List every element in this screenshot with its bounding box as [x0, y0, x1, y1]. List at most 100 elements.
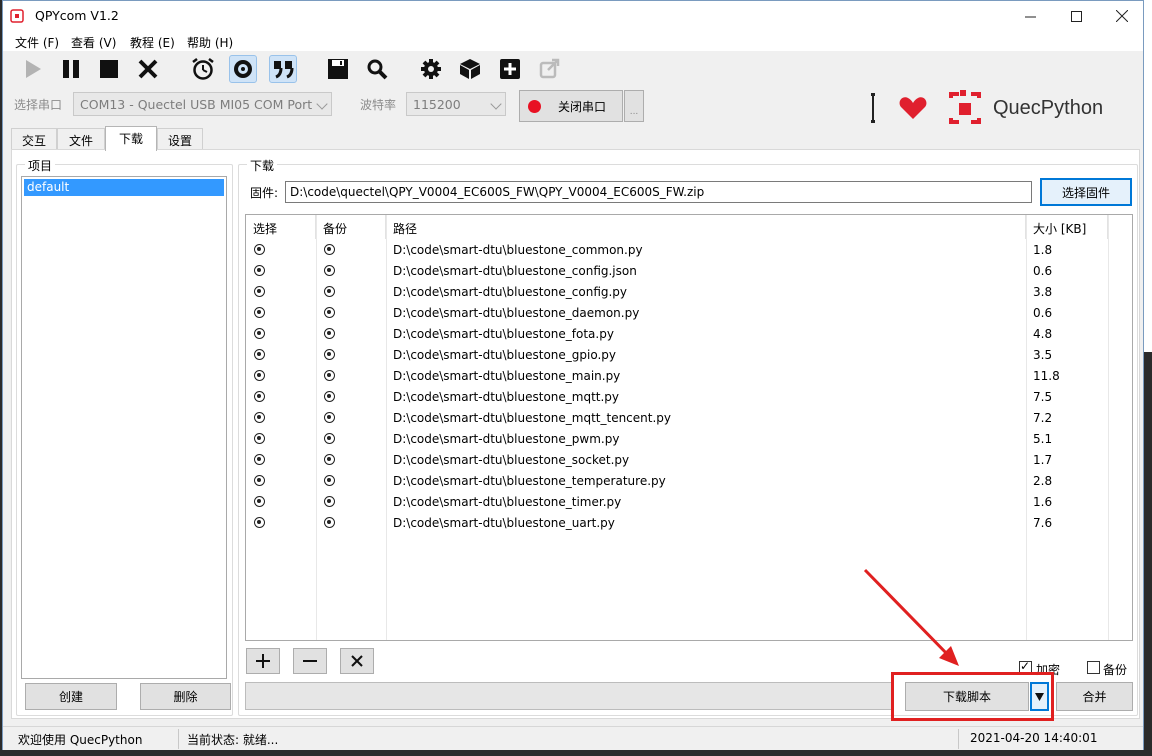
select-radio[interactable]: [254, 433, 265, 444]
table-row[interactable]: D:\code\smart-dtu\bluestone_fota.py 4.8: [246, 324, 1132, 345]
menu-file[interactable]: 文件 (F): [15, 34, 59, 51]
select-radio[interactable]: [254, 328, 265, 339]
column-header-select[interactable]: 选择: [246, 215, 316, 239]
select-radio[interactable]: [254, 307, 265, 318]
backup-radio[interactable]: [324, 454, 335, 465]
backup-radio[interactable]: [324, 328, 335, 339]
backup-radio[interactable]: [324, 517, 335, 528]
port-more-button[interactable]: ...: [624, 90, 644, 122]
backup-radio[interactable]: [324, 391, 335, 402]
select-radio[interactable]: [254, 286, 265, 297]
file-path: D:\code\smart-dtu\bluestone_pwm.py: [393, 432, 620, 446]
table-row[interactable]: D:\code\smart-dtu\bluestone_uart.py 7.6: [246, 513, 1132, 534]
menu-tutorial[interactable]: 教程 (E): [130, 34, 175, 51]
open-external-button[interactable]: [536, 55, 564, 83]
select-radio[interactable]: [254, 412, 265, 423]
merge-button[interactable]: 合并: [1056, 682, 1133, 711]
tab-download[interactable]: 下载: [105, 126, 157, 151]
column-header-path[interactable]: 路径: [386, 215, 1026, 239]
minimize-icon: [1024, 16, 1036, 17]
column-header-size[interactable]: 大小 [KB]: [1026, 215, 1108, 239]
select-radio[interactable]: [254, 496, 265, 507]
backup-radio[interactable]: [324, 349, 335, 360]
select-radio[interactable]: [254, 244, 265, 255]
file-path: D:\code\smart-dtu\bluestone_config.json: [393, 264, 637, 278]
table-row[interactable]: D:\code\smart-dtu\bluestone_main.py 11.8: [246, 366, 1132, 387]
column-header-backup[interactable]: 备份: [316, 215, 386, 239]
remove-file-button[interactable]: [293, 648, 327, 674]
select-radio[interactable]: [254, 349, 265, 360]
backup-radio[interactable]: [324, 307, 335, 318]
table-row[interactable]: D:\code\smart-dtu\bluestone_mqtt.py 7.5: [246, 387, 1132, 408]
create-project-button[interactable]: 创建: [25, 683, 117, 710]
table-row[interactable]: D:\code\smart-dtu\bluestone_gpio.py 3.5: [246, 345, 1132, 366]
backup-radio[interactable]: [324, 496, 335, 507]
minimize-button[interactable]: [1007, 1, 1053, 31]
backup-radio[interactable]: [324, 433, 335, 444]
app-window: QPYcom V1.2 文件 (F) 查看 (V) 教程 (E) 帮助 (H): [2, 0, 1144, 750]
backup-radio[interactable]: [324, 265, 335, 276]
tab-files[interactable]: 文件: [57, 128, 105, 150]
timer-button[interactable]: [189, 55, 217, 83]
choose-firmware-button[interactable]: 选择固件: [1040, 178, 1132, 206]
delete-project-button[interactable]: 删除: [140, 683, 231, 710]
package-button[interactable]: [456, 55, 484, 83]
select-radio[interactable]: [254, 475, 265, 486]
select-radio[interactable]: [254, 391, 265, 402]
stop-button[interactable]: [95, 55, 123, 83]
table-row[interactable]: D:\code\smart-dtu\bluestone_config.py 3.8: [246, 282, 1132, 303]
table-row[interactable]: D:\code\smart-dtu\bluestone_mqtt_tencent…: [246, 408, 1132, 429]
table-row[interactable]: D:\code\smart-dtu\bluestone_config.json 0…: [246, 261, 1132, 282]
table-row[interactable]: D:\code\smart-dtu\bluestone_daemon.py 0.6: [246, 303, 1132, 324]
list-item[interactable]: default: [24, 179, 224, 196]
menu-help[interactable]: 帮助 (H): [187, 34, 233, 51]
download-progress-bar: [245, 682, 893, 710]
file-path: D:\code\smart-dtu\bluestone_socket.py: [393, 453, 630, 467]
firmware-path-input[interactable]: D:\code\quectel\QPY_V0004_EC600S_FW\QPY_…: [285, 181, 1032, 203]
add-file-button[interactable]: [246, 648, 280, 674]
select-radio[interactable]: [254, 265, 265, 276]
cancel-button[interactable]: [134, 55, 162, 83]
select-radio[interactable]: [254, 454, 265, 465]
firmware-label: 固件:: [250, 186, 279, 200]
close-port-button[interactable]: 关闭串口: [519, 90, 623, 122]
menu-view[interactable]: 查看 (V): [71, 34, 116, 51]
save-button[interactable]: [324, 55, 352, 83]
table-row[interactable]: D:\code\smart-dtu\bluestone_pwm.py 5.1: [246, 429, 1132, 450]
backup-radio[interactable]: [324, 475, 335, 486]
baud-select[interactable]: 115200: [406, 92, 506, 116]
stop-icon: [100, 60, 118, 78]
run-button[interactable]: [19, 55, 47, 83]
table-row[interactable]: D:\code\smart-dtu\bluestone_socket.py 1.7: [246, 450, 1132, 471]
maximize-button[interactable]: [1053, 1, 1099, 31]
file-size: 0.6: [1033, 264, 1053, 278]
annotation-highlight-box: [891, 672, 1054, 721]
settings-button[interactable]: [417, 55, 445, 83]
table-row[interactable]: D:\code\smart-dtu\bluestone_timer.py 1.6: [246, 492, 1132, 513]
pause-button[interactable]: [57, 55, 85, 83]
add-button[interactable]: [496, 55, 524, 83]
tab-settings[interactable]: 设置: [157, 128, 203, 150]
tab-interact[interactable]: 交互: [11, 128, 57, 150]
backup-checkbox[interactable]: [1087, 661, 1100, 674]
clear-files-button[interactable]: [340, 648, 374, 674]
connect-toggle-button[interactable]: [229, 55, 257, 83]
table-row[interactable]: D:\code\smart-dtu\bluestone_common.py 1.8: [246, 240, 1132, 261]
quote-toggle-button[interactable]: [269, 55, 297, 83]
backup-radio[interactable]: [324, 370, 335, 381]
baud-value: 115200: [413, 97, 461, 112]
select-radio[interactable]: [254, 370, 265, 381]
backup-radio[interactable]: [324, 286, 335, 297]
window-close-button[interactable]: [1099, 1, 1145, 31]
project-list[interactable]: default: [21, 176, 227, 679]
backup-radio[interactable]: [324, 412, 335, 423]
tab-files-label: 文件: [68, 134, 93, 148]
choose-firmware-label: 选择固件: [1061, 185, 1110, 200]
select-radio[interactable]: [254, 517, 265, 528]
search-button[interactable]: [363, 55, 391, 83]
file-path: D:\code\smart-dtu\bluestone_uart.py: [393, 516, 615, 530]
table-row[interactable]: D:\code\smart-dtu\bluestone_temperature.…: [246, 471, 1132, 492]
port-select[interactable]: COM13 - Quectel USB MI05 COM Port: [73, 92, 332, 116]
serial-settings: 选择串口 COM13 - Quectel USB MI05 COM Port 波…: [3, 89, 853, 125]
backup-radio[interactable]: [324, 244, 335, 255]
